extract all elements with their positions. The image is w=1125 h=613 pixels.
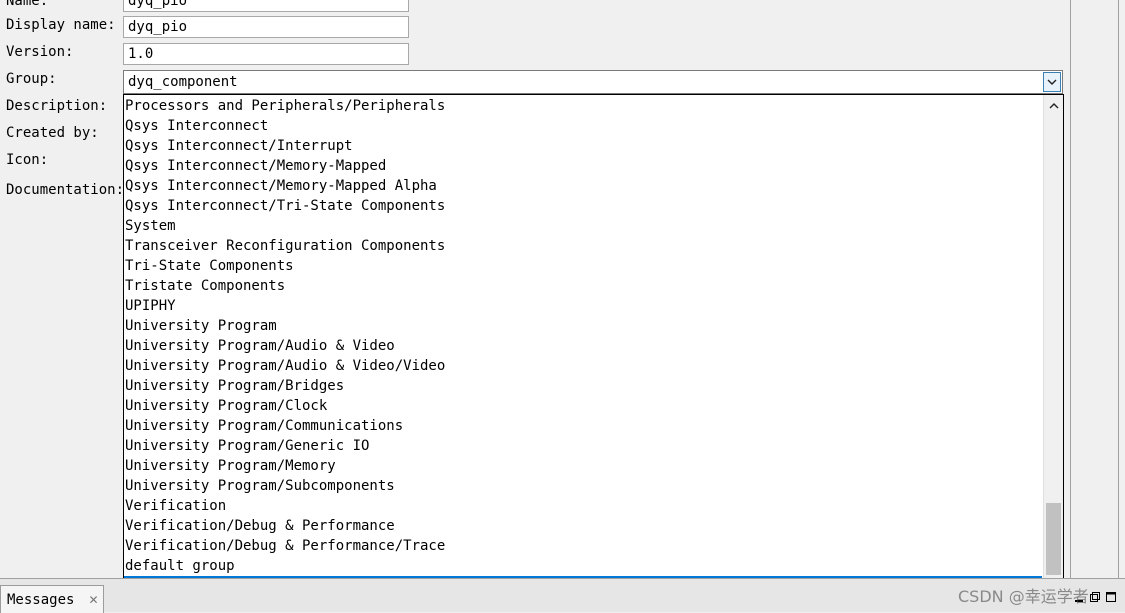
name-field[interactable]: dyq_pio [123, 0, 409, 12]
group-combobox[interactable]: dyq_component [123, 70, 1063, 94]
group-option[interactable]: University Program/Generic IO [124, 436, 1042, 456]
dropdown-scrollbar[interactable] [1043, 95, 1063, 595]
name-label: Name: [6, 0, 49, 9]
scroll-thumb[interactable] [1046, 503, 1061, 575]
group-option[interactable]: UPIPHY [124, 296, 1042, 316]
version-label: Version: [6, 44, 74, 60]
messages-tab[interactable]: Messages ✕ [0, 585, 104, 613]
group-option[interactable]: System [124, 216, 1042, 236]
group-option[interactable]: Verification/Debug & Performance [124, 516, 1042, 536]
group-option[interactable]: Tristate Components [124, 276, 1042, 296]
group-option[interactable]: default group [124, 556, 1042, 576]
group-option[interactable]: University Program/Clock [124, 396, 1042, 416]
group-label: Group: [6, 71, 57, 87]
panel-divider-outer [1118, 0, 1119, 578]
group-options: Processors and Peripherals/Peripherals Qs… [124, 96, 1042, 595]
group-option[interactable]: University Program/Memory [124, 456, 1042, 476]
group-option[interactable]: Qsys Interconnect/Tri-State Components [124, 196, 1042, 216]
group-option[interactable]: University Program/Bridges [124, 376, 1042, 396]
created-by-label: Created by: [6, 125, 99, 141]
group-option[interactable]: University Program [124, 316, 1042, 336]
panel-divider [1070, 0, 1071, 578]
group-option[interactable]: University Program/Audio & Video [124, 336, 1042, 356]
group-dropdown-button[interactable] [1043, 72, 1061, 92]
group-option[interactable]: University Program/Audio & Video/Video [124, 356, 1042, 376]
group-option[interactable]: Qsys Interconnect/Memory-Mapped [124, 156, 1042, 176]
documentation-label: Documentation: [6, 182, 125, 198]
group-option[interactable]: Qsys Interconnect/Interrupt [124, 136, 1042, 156]
group-option[interactable]: University Program/Subcomponents [124, 476, 1042, 496]
restore-icon[interactable] [1089, 591, 1101, 607]
display-name-label: Display name: [6, 17, 116, 33]
group-option[interactable]: Transceiver Reconfiguration Components [124, 236, 1042, 256]
group-combobox-value: dyq_component [128, 74, 238, 90]
group-option[interactable]: Processors and Peripherals/Peripherals [124, 96, 1042, 116]
description-label: Description: [6, 98, 108, 114]
group-dropdown-list[interactable]: Processors and Peripherals/Peripherals Qs… [123, 94, 1064, 596]
close-icon[interactable]: ✕ [88, 593, 98, 607]
group-option[interactable]: University Program/Communications [124, 416, 1042, 436]
version-field[interactable]: 1.0 [123, 43, 409, 65]
messages-tab-label: Messages [7, 591, 75, 608]
group-option[interactable]: Qsys Interconnect [124, 116, 1042, 136]
group-option[interactable]: Tri-State Components [124, 256, 1042, 276]
display-name-field[interactable]: dyq_pio [123, 16, 409, 38]
maximize-icon[interactable] [1105, 591, 1117, 607]
group-option[interactable]: Verification [124, 496, 1042, 516]
icon-label: Icon: [6, 152, 49, 168]
bottom-tab-bar: Messages ✕ [0, 578, 1125, 613]
group-option[interactable]: Qsys Interconnect/Memory-Mapped Alpha [124, 176, 1042, 196]
group-option[interactable]: Verification/Debug & Performance/Trace [124, 536, 1042, 556]
scroll-up-button[interactable] [1044, 96, 1063, 114]
chevron-down-icon [1047, 71, 1057, 93]
watermark: CSDN @幸运学者 [958, 587, 1089, 606]
chevron-up-icon [1049, 97, 1059, 113]
